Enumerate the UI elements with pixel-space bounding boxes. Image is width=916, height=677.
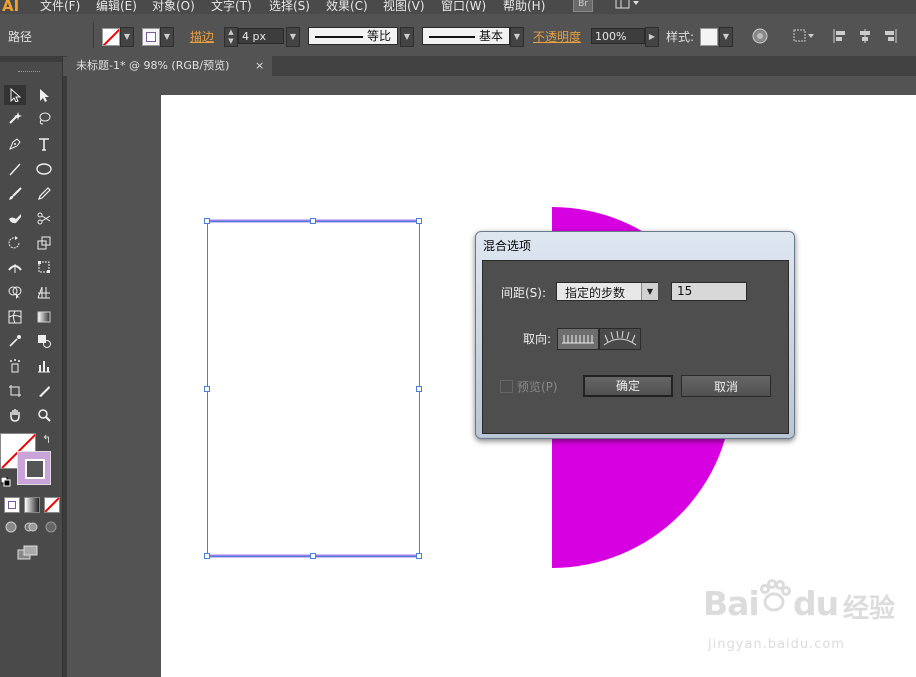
- spacing-select[interactable]: 指定的步数 ▼: [556, 282, 658, 301]
- preview-checkbox[interactable]: [500, 380, 513, 393]
- ok-button[interactable]: 确定: [583, 375, 673, 397]
- align-to-page-button[interactable]: [557, 328, 599, 350]
- handle-middle-left: [204, 386, 210, 392]
- spacing-select-value: 指定的步数: [565, 286, 626, 300]
- orientation-label: 取向:: [523, 332, 552, 346]
- align-to-path-button[interactable]: [599, 328, 641, 350]
- preview-label: 预览(P): [517, 380, 558, 394]
- align-to-path-icon: [603, 330, 637, 346]
- handle-top-left: [204, 218, 210, 224]
- align-to-page-icon: [562, 335, 594, 344]
- handle-bottom-right: [416, 553, 422, 559]
- chevron-down-icon: ▼: [641, 283, 658, 300]
- watermark-brand: Bai: [703, 584, 760, 623]
- watermark-url: jingyan.baidu.com: [708, 637, 845, 652]
- dialog-body: 间距(S): 指定的步数 ▼ 15 取向: 预览(P) 确定 取消: [482, 260, 789, 434]
- handle-top-right: [416, 218, 422, 224]
- watermark-jingyan: 经验: [843, 594, 896, 624]
- steps-input[interactable]: 15: [671, 282, 747, 301]
- selection-handles[interactable]: [204, 218, 422, 559]
- paw-logo-icon: [760, 579, 791, 612]
- handle-bottom-center: [310, 553, 316, 559]
- blend-options-dialog: 混合选项 间距(S): 指定的步数 ▼ 15 取向: 预览(P) 确定 取消: [475, 231, 795, 439]
- handle-middle-right: [416, 386, 422, 392]
- handle-bottom-left: [204, 553, 210, 559]
- dialog-title: 混合选项: [483, 239, 532, 253]
- baidu-jingyan-watermark: Bai du 经验 jingyan.baidu.com: [700, 576, 900, 656]
- selection-bounding-box: [207, 221, 420, 557]
- spacing-label: 间距(S):: [501, 286, 547, 300]
- handle-top-center: [310, 218, 316, 224]
- watermark-brand-suffix: du: [793, 584, 839, 623]
- cancel-button[interactable]: 取消: [681, 375, 771, 397]
